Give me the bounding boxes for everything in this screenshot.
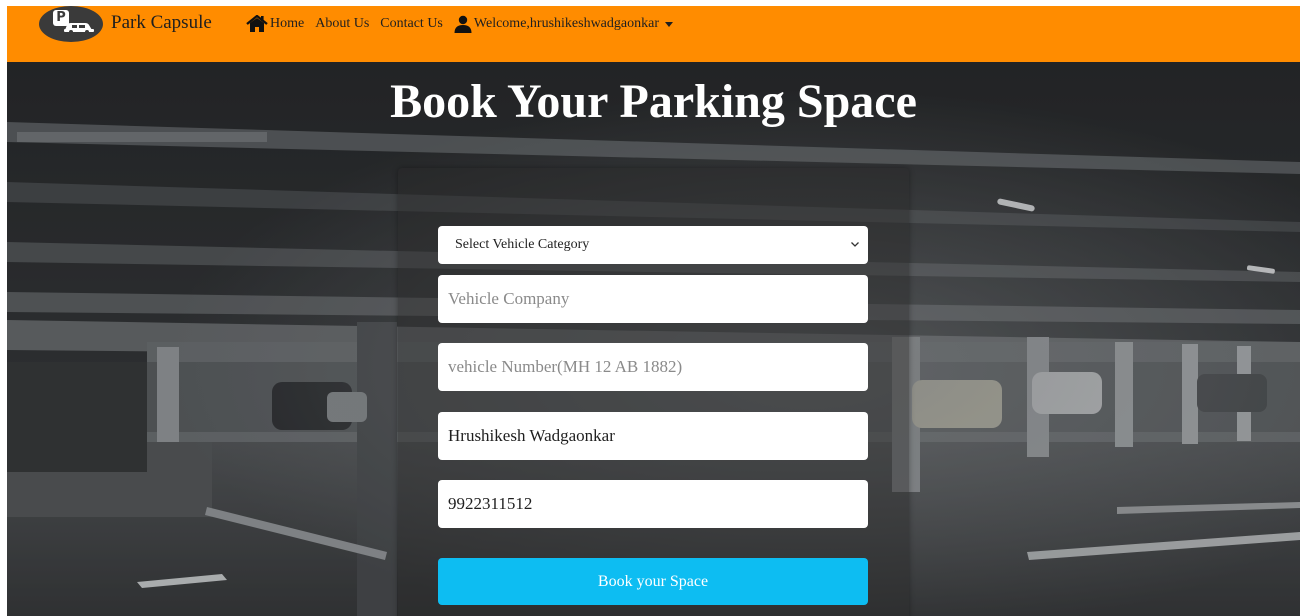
hero-section: Book Your Parking Space Select Vehicle C… — [7, 62, 1300, 616]
user-icon — [454, 15, 472, 33]
home-icon — [246, 15, 268, 32]
vehicle-category-select[interactable]: Select Vehicle Category — [438, 226, 868, 264]
brand-name: Park Capsule — [111, 11, 212, 33]
navbar: P Park Capsule Home About Us Contact Us … — [7, 6, 1300, 62]
nav-links: Home About Us Contact Us Welcome,hrushik… — [246, 14, 684, 34]
welcome-user-label: Welcome,hrushikeshwadgaonkar — [473, 16, 659, 31]
nav-contact-link[interactable]: Contact Us — [380, 16, 443, 32]
phone-number-input[interactable] — [438, 480, 868, 528]
vehicle-company-input[interactable] — [438, 275, 868, 323]
brand[interactable]: P Park Capsule — [39, 6, 212, 42]
nav-home-link[interactable]: Home — [246, 15, 304, 33]
vehicle-category-selected: Select Vehicle Category — [455, 237, 590, 252]
nav-about-link[interactable]: About Us — [315, 16, 369, 32]
vehicle-number-input[interactable] — [438, 343, 868, 391]
page-title: Book Your Parking Space — [390, 75, 917, 128]
page: P Park Capsule Home About Us Contact Us … — [0, 0, 1300, 616]
nav-home-label: Home — [270, 16, 305, 31]
chevron-down-icon — [851, 242, 859, 247]
book-space-button[interactable]: Book your Space — [438, 558, 868, 605]
car-icon — [64, 23, 94, 34]
owner-name-input[interactable] — [438, 412, 868, 460]
parking-car-logo-icon: P — [39, 6, 103, 42]
booking-form: Select Vehicle Category Book your Space — [398, 168, 909, 616]
user-dropdown-toggle[interactable]: Welcome,hrushikeshwadgaonkar — [454, 15, 673, 33]
caret-down-icon — [664, 21, 673, 27]
